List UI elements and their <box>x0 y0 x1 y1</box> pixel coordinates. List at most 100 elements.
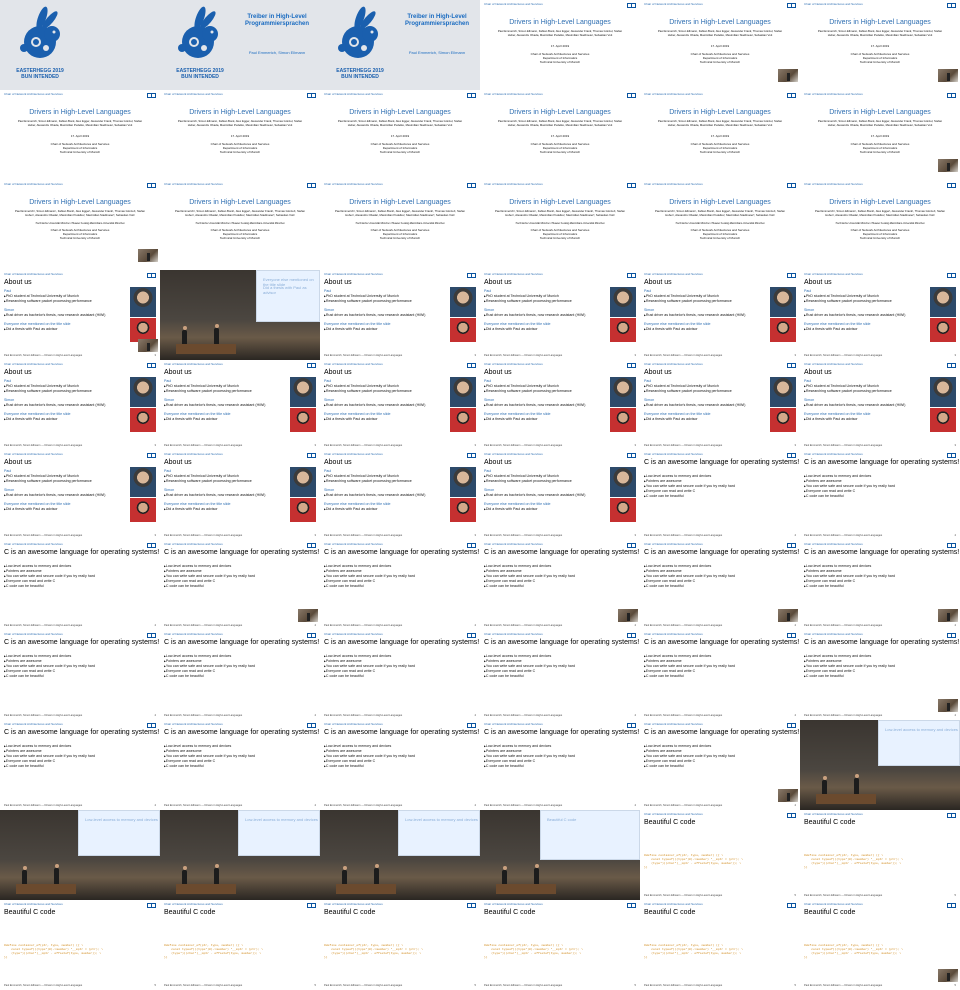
slide-thumbnail[interactable]: Chair of Network Architectures and Servi… <box>160 630 320 720</box>
slide-title: About us <box>4 369 32 376</box>
slide-thumbnail[interactable]: Chair of Network Architectures and Servi… <box>480 270 640 360</box>
cover-title: Drivers in High-Level Languages <box>189 199 291 206</box>
slide-thumbnail[interactable]: EASTERHEGG 2019 BUN INTENDED Treiber in Hi… <box>320 0 480 90</box>
event-tagline: BUN INTENDED <box>21 74 59 80</box>
slide-thumbnail[interactable]: Chair of Network Architectures and Servi… <box>320 90 480 180</box>
slide-footer: Paul Emmerich, Simon Ellmann — Drivers i… <box>484 984 563 987</box>
slide-thumbnail[interactable]: Chair of Network Architectures and Servi… <box>800 630 960 720</box>
slide-footer: Paul Emmerich, Simon Ellmann — Drivers i… <box>484 354 563 357</box>
slide-thumbnail[interactable]: Chair of Network Architectures and Servi… <box>480 450 640 540</box>
paul-photo <box>610 377 636 407</box>
header-chair: Chair of Network Architectures and Servi… <box>484 452 543 456</box>
slide-thumbnail[interactable]: Chair of Network Architectures and Servi… <box>640 0 800 90</box>
slide-thumbnail[interactable]: Chair of Network Architectures and Servi… <box>0 360 160 450</box>
slide-thumbnail[interactable]: Chair of Network Architectures and Servi… <box>640 630 800 720</box>
slide-thumbnail[interactable]: Chair of Network Architectures and Servi… <box>640 270 800 360</box>
slide-footer: Paul Emmerich, Simon Ellmann — Drivers i… <box>644 624 723 627</box>
slide-thumbnail[interactable]: Chair of Network Architectures and Servi… <box>160 540 320 630</box>
slide-thumbnail[interactable]: Chair of Network Architectures and Servi… <box>480 630 640 720</box>
slide-thumbnail[interactable]: Chair of Network Architectures and Servi… <box>320 900 480 990</box>
slide-thumbnail[interactable]: Chair of Network Architectures and Servi… <box>800 810 960 900</box>
slide-thumbnail[interactable]: Low-level access to memory and devices <box>160 810 320 900</box>
slide-thumbnail[interactable]: Chair of Network Architectures and Servi… <box>800 90 960 180</box>
slide-thumbnail[interactable]: Chair of Network Architectures and Servi… <box>640 90 800 180</box>
slide-thumbnail[interactable]: Chair of Network Architectures and Servi… <box>640 540 800 630</box>
slide-thumbnail[interactable]: Chair of Network Architectures and Servi… <box>800 180 960 270</box>
slide-thumbnail[interactable]: Chair of Network Architectures and Servi… <box>160 360 320 450</box>
slide-thumbnail[interactable]: Chair of Network Architectures and Servi… <box>160 180 320 270</box>
easterhegg-bunny-logo-icon <box>338 6 378 58</box>
slide-title: C is an awesome language for operating s… <box>644 729 800 736</box>
slide-thumbnail[interactable]: Chair of Network Architectures and Servi… <box>800 450 960 540</box>
slide-thumbnail[interactable]: Chair of Network Architectures and Servi… <box>800 0 960 90</box>
slide-thumbnail[interactable]: Chair of Network Architectures and Servi… <box>480 180 640 270</box>
slide-thumbnail[interactable]: Chair of Network Architectures and Servi… <box>480 540 640 630</box>
cover-affiliations: ¹Technische Universität München ²Huawei … <box>195 222 285 225</box>
slide-thumbnail[interactable]: Chair of Network Architectures and Servi… <box>0 630 160 720</box>
talk-authors-de: Paul Emmerich, Simon Ellmann <box>408 50 466 55</box>
bullet-b5: C code can be beautiful <box>644 494 796 500</box>
slide-thumbnail[interactable]: Chair of Network Architectures and Servi… <box>0 540 160 630</box>
page-number: 5 <box>794 894 796 897</box>
slide-thumbnail[interactable]: Everyone else mentioned on the title sli… <box>160 270 320 360</box>
slide-thumbnail[interactable]: Chair of Network Architectures and Servi… <box>640 450 800 540</box>
page-number: 5 <box>314 984 316 987</box>
slide-thumbnail[interactable]: Chair of Network Architectures and Servi… <box>640 360 800 450</box>
slide-thumbnail[interactable]: Chair of Network Architectures and Servi… <box>320 270 480 360</box>
slide-thumbnail[interactable]: EASTERHEGG 2019 BUN INTENDED Treiber in Hi… <box>160 0 320 90</box>
slide-thumbnail[interactable]: EASTERHEGG 2019 BUN INTENDED <box>0 0 160 90</box>
slide-thumbnail[interactable]: Chair of Network Architectures and Servi… <box>800 270 960 360</box>
simon-photo <box>930 408 956 432</box>
slide-thumbnail[interactable]: Chair of Network Architectures and Servi… <box>320 720 480 810</box>
code-block: #define container_of(ptr, type, member) … <box>804 944 904 959</box>
slide-thumbnail[interactable]: Chair of Network Architectures and Servi… <box>640 720 800 810</box>
slide-thumbnail[interactable]: Chair of Network Architectures and Servi… <box>0 450 160 540</box>
others-bullet-1: Did a thesis with Paul as advisor <box>484 417 606 423</box>
speaker-camera-inset <box>778 69 798 82</box>
cover-affiliations: ¹Technische Universität München ²Huawei … <box>355 222 445 225</box>
tum-logo-icon <box>947 543 956 548</box>
slide-thumbnail[interactable]: Chair of Network Architectures and Servi… <box>160 720 320 810</box>
simon-bullet-1: Rust driver as bachelor's thesis, now re… <box>4 313 126 319</box>
simon-heading: Simon <box>484 398 495 402</box>
slide-thumbnail[interactable]: Chair of Network Architectures and Servi… <box>160 90 320 180</box>
slide-thumbnail[interactable]: Chair of Network Architectures and Servi… <box>0 90 160 180</box>
slide-thumbnail[interactable]: Low-level access to memory and devices <box>320 810 480 900</box>
slide-thumbnail[interactable]: Chair of Network Architectures and Servi… <box>0 900 160 990</box>
slide-title: About us <box>644 279 672 286</box>
slide-thumbnail[interactable]: Chair of Network Architectures and Servi… <box>640 900 800 990</box>
slide-thumbnail[interactable]: Chair of Network Architectures and Servi… <box>320 360 480 450</box>
slide-thumbnail[interactable]: Chair of Network Architectures and Servi… <box>800 540 960 630</box>
slide-thumbnail[interactable]: Chair of Network Architectures and Servi… <box>160 900 320 990</box>
code-block: #define container_of(ptr, type, member) … <box>484 944 584 959</box>
simon-bullet-1: Rust driver as bachelor's thesis, now re… <box>484 313 606 319</box>
slide-thumbnail[interactable]: Chair of Network Architectures and Servi… <box>800 900 960 990</box>
slide-footer: Paul Emmerich, Simon Ellmann — Drivers i… <box>324 624 403 627</box>
simon-photo <box>930 318 956 342</box>
slide-thumbnail[interactable]: Chair of Network Architectures and Servi… <box>0 270 160 360</box>
slide-thumbnail[interactable]: Chair of Network Architectures and Servi… <box>320 450 480 540</box>
simon-heading: Simon <box>484 308 495 312</box>
slide-thumbnail[interactable]: Chair of Network Architectures and Servi… <box>320 180 480 270</box>
header-chair: Chair of Network Architectures and Servi… <box>484 722 543 726</box>
slide-thumbnail[interactable]: Low-level access to memory and devices <box>0 810 160 900</box>
slide-thumbnail[interactable]: Chair of Network Architectures and Servi… <box>480 720 640 810</box>
slide-thumbnail[interactable]: Beautiful C code <box>480 810 640 900</box>
slide-thumbnail[interactable]: Chair of Network Architectures and Servi… <box>320 540 480 630</box>
slide-thumbnail[interactable]: Chair of Network Architectures and Servi… <box>640 180 800 270</box>
projector-screen: Low-level access to memory and devices <box>398 810 480 856</box>
slide-thumbnail[interactable]: Low-level access to memory and devices <box>800 720 960 810</box>
easterhegg-bunny-logo-icon <box>178 6 218 58</box>
slide-thumbnail[interactable]: Chair of Network Architectures and Servi… <box>320 630 480 720</box>
slide-thumbnail[interactable]: Chair of Network Architectures and Servi… <box>480 360 640 450</box>
slide-thumbnail[interactable]: Chair of Network Architectures and Servi… <box>480 900 640 990</box>
slide-thumbnail[interactable]: Chair of Network Architectures and Servi… <box>640 810 800 900</box>
header-chair: Chair of Network Architectures and Servi… <box>484 902 543 906</box>
slide-thumbnail[interactable]: Chair of Network Architectures and Servi… <box>160 450 320 540</box>
paul-bullet-2: Researching software packet processing p… <box>324 299 446 305</box>
slide-thumbnail[interactable]: Chair of Network Architectures and Servi… <box>480 0 640 90</box>
slide-thumbnail[interactable]: Chair of Network Architectures and Servi… <box>800 360 960 450</box>
slide-thumbnail[interactable]: Chair of Network Architectures and Servi… <box>0 720 160 810</box>
slide-thumbnail[interactable]: Chair of Network Architectures and Servi… <box>0 180 160 270</box>
slide-thumbnail[interactable]: Chair of Network Architectures and Servi… <box>480 90 640 180</box>
